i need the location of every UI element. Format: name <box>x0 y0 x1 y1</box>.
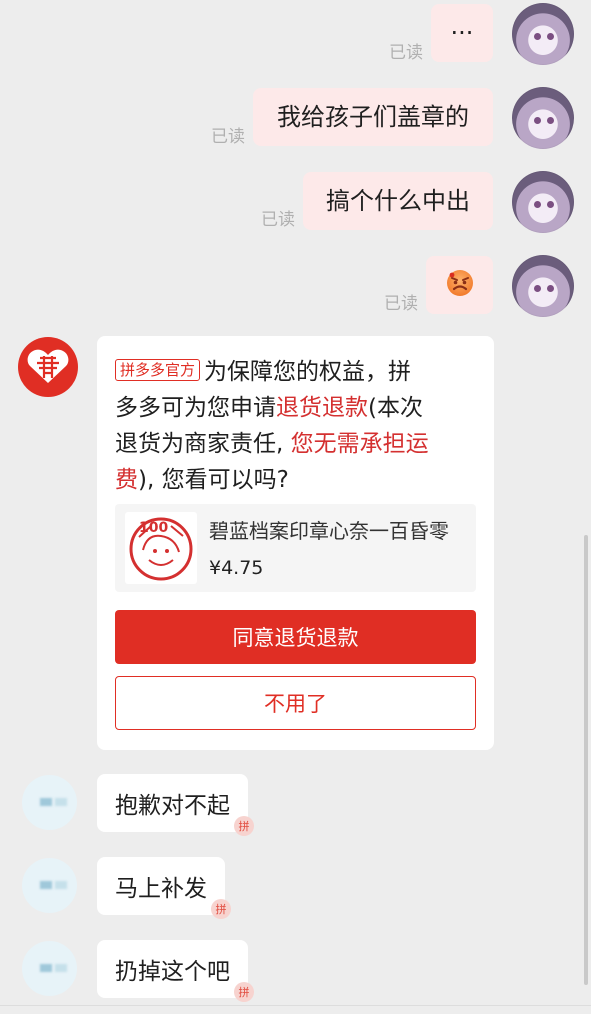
agree-refund-button[interactable]: 同意退货退款 <box>115 610 476 664</box>
offer-line-3-prefix: 退货为商家责任, <box>115 431 291 457</box>
message-text: 我给孩子们盖章的 <box>277 103 469 131</box>
offer-message: 拼多多官方 为保障您的权益，拼 多多可为您申请退货退款(本次 退货为商家责任, 您… <box>115 354 475 498</box>
avatar-user[interactable] <box>512 171 574 233</box>
angry-face-icon <box>446 269 474 301</box>
read-status: 已读 <box>211 127 245 147</box>
message-text: 马上补发 <box>115 876 207 902</box>
message-bubble-outgoing[interactable] <box>426 256 493 314</box>
read-status: 已读 <box>261 210 295 230</box>
stamp-text: 100 <box>139 520 168 536</box>
offer-line-4-highlight: 费 <box>115 467 138 493</box>
message-bubble-incoming[interactable]: 抱歉对不起 拼 <box>97 774 254 836</box>
message-bubble-outgoing[interactable]: 我给孩子们盖章的 <box>253 88 493 146</box>
avatar-user[interactable] <box>512 3 574 65</box>
offer-line-3-highlight: 您无需承担运 <box>290 431 429 457</box>
pinduoduo-logo-icon[interactable] <box>18 337 78 397</box>
avatar-user[interactable] <box>512 87 574 149</box>
read-status: 已读 <box>389 43 423 63</box>
message-text: 搞个什么中出 <box>326 187 470 215</box>
product-card[interactable]: 100 碧蓝档案印章心奈一百昏零 ¥4.75 <box>115 504 476 592</box>
message-bubble-outgoing[interactable]: 搞个什么中出 <box>303 172 493 230</box>
message-bubble-incoming[interactable]: 马上补发 拼 <box>97 857 231 919</box>
pinduoduo-watermark-icon: 拼 <box>211 899 231 919</box>
product-title: 碧蓝档案印章心奈一百昏零 <box>209 519 449 543</box>
avatar-merchant[interactable] <box>22 858 77 913</box>
read-status: 已读 <box>384 294 418 314</box>
message-text: 抱歉对不起 <box>115 793 230 819</box>
offer-line-4-suffix: ), 您看可以吗? <box>138 467 289 493</box>
message-text: 扔掉这个吧 <box>115 959 230 985</box>
message-bubble-outgoing[interactable]: ··· <box>431 4 493 62</box>
message-bubble-incoming[interactable]: 扔掉这个吧 拼 <box>97 940 254 1002</box>
avatar-merchant[interactable] <box>22 941 77 996</box>
pinduoduo-watermark-icon: 拼 <box>234 816 254 836</box>
offer-line-2-highlight: 退货退款 <box>276 395 368 421</box>
decline-refund-button[interactable]: 不用了 <box>115 676 476 730</box>
avatar-merchant[interactable] <box>22 775 77 830</box>
avatar-user[interactable] <box>512 255 574 317</box>
divider <box>0 1005 591 1006</box>
offer-line-2-suffix: (本次 <box>368 395 423 421</box>
offer-line-1: 为保障您的权益，拼 <box>204 359 412 385</box>
message-text: ··· <box>450 19 474 47</box>
refund-offer-card: 拼多多官方 为保障您的权益，拼 多多可为您申请退货退款(本次 退货为商家责任, 您… <box>97 336 494 750</box>
scrollbar-thumb[interactable] <box>584 535 588 985</box>
official-tag: 拼多多官方 <box>115 359 201 381</box>
offer-line-2-prefix: 多多可为您申请 <box>115 395 276 421</box>
product-thumbnail: 100 <box>125 512 197 584</box>
pinduoduo-watermark-icon: 拼 <box>234 982 254 1002</box>
product-price: ¥4.75 <box>209 557 264 579</box>
